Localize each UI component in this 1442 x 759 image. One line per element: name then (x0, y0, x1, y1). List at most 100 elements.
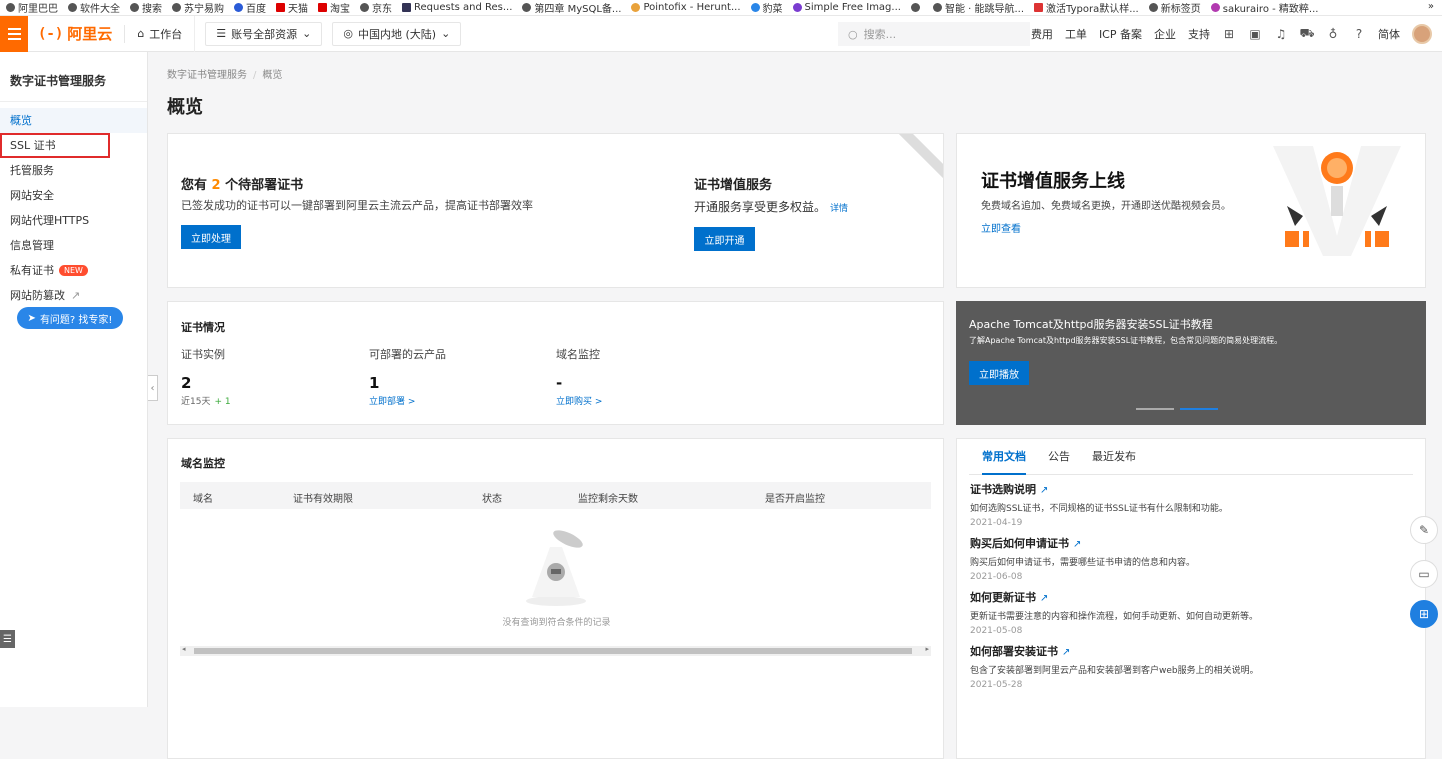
sidebar-item-private-cert[interactable]: 私有证书 NEW (0, 258, 147, 283)
bookmark[interactable]: Simple Free Imag... (792, 2, 901, 13)
bookmark[interactable]: 苏宁易购 (172, 0, 224, 15)
sidebar-item-label: 私有证书 (10, 264, 54, 277)
sidebar-item-overview[interactable]: 概览 (0, 108, 147, 133)
bookmark[interactable]: 天猫 (276, 0, 308, 15)
help-icon[interactable]: ? (1352, 27, 1366, 41)
bookmark-icon (130, 3, 139, 12)
menu-icon[interactable] (0, 15, 28, 52)
bookmark[interactable]: Requests and Res... (402, 2, 512, 13)
vas-detail-link[interactable]: 详情 (830, 204, 848, 214)
link-tickets[interactable]: 工单 (1065, 26, 1087, 42)
bell-icon[interactable]: ♫ (1274, 27, 1288, 41)
sidebar-toggle-icon[interactable]: ☰ (0, 630, 15, 648)
page-title: 概览 (167, 97, 203, 118)
process-now-button[interactable]: 立即处理 (181, 225, 241, 249)
sidebar-item-hosting[interactable]: 托管服务 (0, 158, 147, 183)
tab-common-docs[interactable]: 常用文档 (982, 439, 1026, 475)
feedback-icon[interactable]: ▭ (1410, 560, 1438, 588)
bookmark[interactable]: 新标签页 (1148, 0, 1201, 15)
col-monitor-enabled: 是否开启监控 (765, 494, 825, 505)
status-title: 证书情况 (181, 321, 225, 334)
col-domain: 域名 (193, 494, 213, 505)
activate-now-button[interactable]: 立即开通 (694, 227, 755, 251)
status-col-instances: 证书实例 2 近15天 + 1 (181, 348, 231, 407)
link-icp[interactable]: ICP 备案 (1099, 26, 1142, 42)
promo-title: Apache Tomcat及httpd服务器安装SSL证书教程 (969, 318, 1213, 331)
doc-link[interactable]: 购买后如何申请证书 ↗ (970, 535, 1410, 551)
ask-expert-button[interactable]: ➤ 有问题? 找专家! (17, 307, 123, 329)
carousel-dot[interactable] (1180, 408, 1218, 410)
scrollbar-thumb[interactable] (194, 648, 912, 654)
bookmark-icon (792, 3, 802, 12)
doc-link[interactable]: 如何更新证书 ↗ (970, 589, 1410, 605)
bookmark[interactable]: 智能 · 能跳导航... (932, 0, 1024, 15)
avatar[interactable] (1412, 24, 1432, 44)
sidebar-item-info-mgmt[interactable]: 信息管理 (0, 233, 147, 258)
lightbulb-icon[interactable]: ♁ (1326, 27, 1340, 41)
bookmark[interactable]: 阿里巴巴 (6, 0, 58, 15)
tab-recent[interactable]: 最近发布 (1092, 439, 1136, 475)
bookmark[interactable]: 百度 (234, 0, 266, 15)
doc-link[interactable]: 证书选购说明 ↗ (970, 481, 1410, 497)
link-enterprise[interactable]: 企业 (1154, 26, 1176, 42)
link-fees[interactable]: 费用 (1031, 26, 1053, 42)
bookmark[interactable]: 软件大全 (68, 0, 120, 15)
buy-now-link[interactable]: 立即购买 > (556, 394, 602, 407)
bookmark[interactable]: 京东 (360, 0, 392, 15)
breadcrumb-item[interactable]: 数字证书管理服务 (167, 70, 247, 81)
bookmark-icon (276, 3, 285, 12)
play-now-button[interactable]: 立即播放 (969, 361, 1029, 385)
search-placeholder: 搜索... (863, 28, 897, 41)
vas-banner: 证书增值服务上线 免费域名追加、免费域名更换，开通即送优酷视频会员。 立即查看 (956, 133, 1426, 288)
external-link-icon: ↗ (1040, 485, 1049, 496)
apps-icon[interactable]: ⊞ (1410, 600, 1438, 628)
sidebar-item-anti-tamper[interactable]: 网站防篡改 ↗ (0, 283, 147, 308)
bookmarks-overflow-button[interactable]: » (1428, 1, 1434, 12)
breadcrumb-current: 概览 (262, 70, 283, 81)
bookmark[interactable]: 第四章 MySQL备... (522, 0, 621, 15)
bookmark-icon (1034, 3, 1044, 12)
terminal-icon[interactable]: ▣ (1248, 27, 1262, 41)
tab-announcements[interactable]: 公告 (1048, 439, 1070, 475)
bookmark[interactable]: sakurairo - 精致粹... (1210, 0, 1318, 15)
language-switch[interactable]: 简体 (1378, 26, 1400, 42)
bookmark[interactable]: 激活Typora默认样... (1034, 0, 1139, 15)
bookmark[interactable]: Pointofix - Herunt... (631, 2, 741, 13)
link-support[interactable]: 支持 (1188, 26, 1210, 42)
account-scope-dropdown[interactable]: ☰ 账号全部资源 ⌄ (205, 21, 323, 46)
carousel-dot[interactable] (1136, 408, 1174, 410)
workbench-link[interactable]: ⌂ 工作台 (125, 15, 196, 52)
banner-view-link[interactable]: 立即查看 (981, 220, 1021, 235)
bookmark[interactable]: 搜索 (130, 0, 162, 15)
sidebar-item-proxy-https[interactable]: 网站代理HTTPS (0, 208, 147, 233)
sidebar-item-site-security[interactable]: 网站安全 (0, 183, 147, 208)
horizontal-scrollbar[interactable]: ◂ ▸ (180, 645, 931, 656)
top-nav: ⌂ 工作台 ☰ 账号全部资源 ⌄ ◎ 中国内地 (大陆) ⌄ (125, 15, 462, 52)
aliyun-logo[interactable]: (-) 阿里云 (28, 24, 126, 43)
cert-status-card: 证书情况 证书实例 2 近15天 + 1 可部署的云产品 1 立即部署 > 域名监… (167, 301, 944, 425)
console-topbar: (-) 阿里云 ⌂ 工作台 ☰ 账号全部资源 ⌄ ◎ 中国内地 (大陆) ⌄ ○… (0, 15, 1442, 52)
bookmark[interactable]: 豹菜 (750, 0, 783, 15)
doc-link[interactable]: 如何部署安装证书 ↗ (970, 643, 1410, 659)
pending-desc: 已签发成功的证书可以一键部署到阿里云主流云产品，提高证书部署效率 (181, 199, 533, 212)
region-dropdown[interactable]: ◎ 中国内地 (大陆) ⌄ (332, 21, 462, 46)
vas-desc: 开通服务享受更多权益。 详情 (694, 200, 849, 214)
sidebar-title: 数字证书管理服务 (0, 52, 147, 102)
bookmark[interactable]: 淘宝 (318, 0, 350, 15)
bookmark-icon (631, 3, 641, 12)
pointer-icon: ➤ (27, 312, 36, 324)
search-input[interactable]: ○ 搜索... (838, 22, 1030, 46)
deploy-now-link[interactable]: 立即部署 > (369, 394, 446, 407)
banner-desc: 免费域名追加、免费域名更换，开通即送优酷视频会员。 (981, 201, 1231, 212)
sidebar-item-ssl[interactable]: SSL 证书 (0, 133, 110, 158)
cloud-shell-icon[interactable]: ⊞ (1222, 27, 1236, 41)
instances-value: 2 (181, 374, 192, 392)
products-value: 1 (369, 374, 380, 392)
bookmark-icon (402, 3, 411, 12)
sidebar-collapse-button[interactable]: ‹ (148, 375, 158, 401)
bookmark[interactable] (910, 3, 923, 12)
cart-icon[interactable]: ⛟ (1299, 26, 1314, 41)
logo-text: 阿里云 (67, 25, 113, 43)
edit-icon[interactable]: ✎ (1410, 516, 1438, 544)
pending-count: 2 (211, 178, 221, 193)
